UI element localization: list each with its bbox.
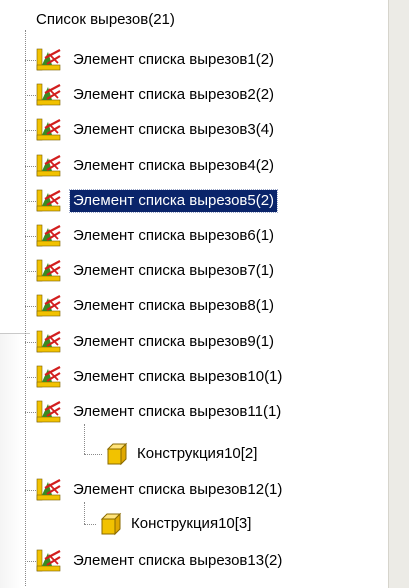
- cut-list-item-icon: [36, 48, 62, 72]
- tree-connector-branches: [25, 271, 36, 272]
- cut-list-item-label: Элемент списка вырезов8(1): [73, 297, 275, 314]
- structure-body-item-1[interactable]: Конструкция10[2]: [104, 440, 384, 468]
- cut-list-item-2[interactable]: Элемент списка вырезов2(2): [36, 81, 386, 109]
- structure-body-icon: [104, 442, 128, 466]
- cut-list-item-10[interactable]: Элемент списка вырезов10(1): [36, 363, 386, 391]
- tree-connector-branches: [25, 236, 36, 237]
- cut-list-item-1[interactable]: Элемент списка вырезов1(2): [36, 46, 386, 74]
- cut-list-item-label: Элемент списка вырезов12(1): [73, 481, 283, 498]
- tree-connector-branches: [25, 306, 36, 307]
- cut-list-item-icon: [36, 154, 62, 178]
- cut-list-item-13[interactable]: Элемент списка вырезов13(2): [36, 547, 386, 575]
- cut-list-item-icon: [36, 224, 62, 248]
- vertical-scrollbar[interactable]: [388, 0, 409, 588]
- cut-list-item-3[interactable]: Элемент списка вырезов3(4): [36, 116, 386, 144]
- tree-connector-child-2-branch: [84, 524, 96, 525]
- tree-connector-branches: [25, 201, 36, 202]
- cut-list-tree[interactable]: Список вырезов(21) Элемент списка вырезо…: [0, 0, 388, 588]
- cut-list-item-5[interactable]: Элемент списка вырезов5(2): [36, 187, 386, 215]
- tree-connector-branches: [25, 95, 36, 96]
- tree-connector-branches: [25, 166, 36, 167]
- tree-connector-branches: [25, 377, 36, 378]
- cut-list-item-7[interactable]: Элемент списка вырезов7(1): [36, 257, 386, 285]
- tree-connector-branches: [25, 130, 36, 131]
- cut-list-item-label: Элемент списка вырезов3(4): [73, 121, 275, 138]
- tree-connector-branches: [25, 342, 36, 343]
- tree-connector-child-1-branch: [84, 454, 102, 455]
- cut-list-item-6[interactable]: Элемент списка вырезов6(1): [36, 222, 386, 250]
- cut-list-item-8[interactable]: Элемент списка вырезов8(1): [36, 292, 386, 320]
- cut-list-item-icon: [36, 118, 62, 142]
- tree-connector-main: [25, 30, 26, 586]
- cut-list-item-icon: [36, 189, 62, 213]
- cut-list-item-label: Элемент списка вырезов6(1): [73, 227, 275, 244]
- cut-list-item-label: Элемент списка вырезов7(1): [73, 262, 275, 279]
- cut-list-item-label: Элемент списка вырезов11(1): [73, 403, 282, 420]
- cut-list-item-label: Элемент списка вырезов1(2): [73, 51, 275, 68]
- cut-list-item-label: Элемент списка вырезов5(2): [68, 189, 279, 213]
- tree-connector-branches: [25, 490, 36, 491]
- cut-list-item-label: Элемент списка вырезов2(2): [73, 86, 275, 103]
- structure-body-label: Конструкция10[2]: [137, 445, 258, 462]
- cut-list-item-label: Элемент списка вырезов10(1): [73, 368, 283, 385]
- cut-list-item-icon: [36, 365, 62, 389]
- cut-list-item-4[interactable]: Элемент списка вырезов4(2): [36, 152, 386, 180]
- cut-list-item-label: Элемент списка вырезов4(2): [73, 157, 275, 174]
- cut-list-item-icon: [36, 294, 62, 318]
- structure-body-icon: [98, 512, 122, 536]
- structure-body-label: Конструкция10[3]: [131, 515, 252, 532]
- cut-list-item-12[interactable]: Элемент списка вырезов12(1): [36, 476, 386, 504]
- cut-list-item-label: Элемент списка вырезов13(2): [73, 552, 283, 569]
- tree-connector-branches: [25, 412, 36, 413]
- tree-connector-branches: [25, 60, 36, 61]
- tree-connector-branches: [25, 561, 36, 562]
- cut-list-item-label: Элемент списка вырезов9(1): [73, 333, 275, 350]
- cut-list-item-11[interactable]: Элемент списка вырезов11(1): [36, 398, 386, 426]
- cut-list-root-label[interactable]: Список вырезов(21): [36, 9, 175, 31]
- cut-list-item-icon: [36, 330, 62, 354]
- tree-connector-child-1: [84, 424, 85, 454]
- cut-list-item-icon: [36, 400, 62, 424]
- cut-list-item-icon: [36, 259, 62, 283]
- structure-body-item-2[interactable]: Конструкция10[3]: [98, 510, 378, 538]
- cut-list-item-icon: [36, 549, 62, 573]
- cut-list-item-9[interactable]: Элемент списка вырезов9(1): [36, 328, 386, 356]
- cut-list-item-icon: [36, 478, 62, 502]
- tree-connector-child-2: [84, 502, 85, 524]
- cut-list-item-icon: [36, 83, 62, 107]
